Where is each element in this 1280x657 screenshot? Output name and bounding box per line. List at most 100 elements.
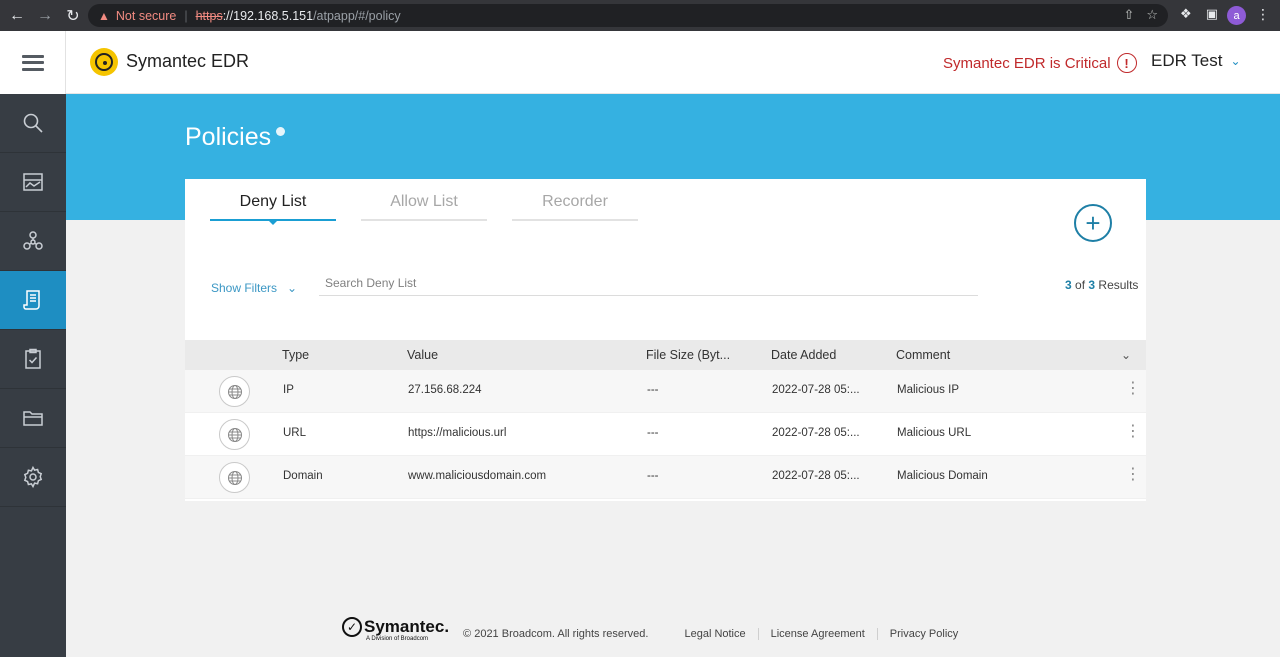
cell-file-size: --- [647,470,659,482]
hamburger-icon[interactable] [21,54,44,71]
sidebar-item-files[interactable] [0,389,66,448]
folder-icon [23,411,43,426]
gear-icon [23,465,43,489]
policy-tabs: Deny List Allow List Recorder [210,193,638,225]
cell-date-added: 2022-07-28 05:... [772,470,860,482]
show-filters-toggle[interactable]: Show Filters ⌄ [211,281,297,295]
url-protocol: https [195,8,223,23]
results-of: of [1075,278,1086,292]
privacy-policy-link[interactable]: Privacy Policy [876,627,970,640]
bookmark-star-icon[interactable]: ☆ [1146,7,1158,23]
sidebar [0,31,66,657]
cell-comment: Malicious Domain [897,470,988,482]
status-text: Symantec EDR is Critical [943,54,1111,72]
tab-allow-list[interactable]: Allow List [361,193,487,221]
browser-toolbar: ← → ↻ ▲ Not secure | https://192.168.5.1… [0,0,1280,31]
cell-value: 27.156.68.224 [408,384,482,396]
tab-recorder[interactable]: Recorder [512,193,638,221]
sidebar-item-search[interactable] [0,94,66,153]
cell-date-added: 2022-07-28 05:... [772,384,860,396]
column-header-file-size[interactable]: File Size (Byt... [646,348,730,362]
column-header-date-added[interactable]: Date Added [771,348,836,362]
sidebar-item-policies[interactable] [0,271,66,330]
share-icon[interactable]: ⇧ [1123,7,1134,23]
system-status[interactable]: Symantec EDR is Critical ! [943,53,1137,73]
sidebar-item-settings[interactable] [0,448,66,507]
row-menu-icon[interactable]: ⋮ [1125,424,1141,440]
results-label: Results [1098,278,1139,292]
address-bar[interactable]: ▲ Not secure | https://192.168.5.151/atp… [88,4,1168,27]
address-separator: | [184,8,188,23]
tab-deny-list[interactable]: Deny List [210,193,336,225]
brand-title: Symantec EDR [126,51,250,71]
page-title: Policies [185,123,272,151]
table-row[interactable]: IP 27.156.68.224 --- 2022-07-28 05:... M… [185,370,1146,413]
license-agreement-link[interactable]: License Agreement [757,627,877,640]
cell-type: URL [283,427,307,439]
cell-comment: Malicious IP [897,384,959,396]
results-count: 3 of 3 Results [1065,278,1138,292]
cell-value: www.maliciousdomain.com [408,470,547,482]
plus-icon: + [1085,208,1101,238]
alert-icon: ! [1116,53,1137,73]
globe-icon [219,462,250,493]
cell-file-size: --- [647,427,659,439]
cell-file-size: --- [647,384,659,396]
reload-icon[interactable]: ↻ [62,5,84,27]
column-header-value[interactable]: Value [407,348,438,362]
footer-logo-name: Symantec. [364,617,450,636]
checkmark-icon: ✓ [342,617,362,637]
network-icon [23,231,43,250]
not-secure-label: Not secure [115,8,177,23]
side-panel-icon[interactable]: ▣ [1206,6,1218,22]
page-footer: ✓ Symantec. A Division of Broadcom © 2021… [342,617,970,642]
results-total: 3 [1088,278,1096,292]
globe-icon [219,419,250,450]
cell-type: Domain [283,470,323,482]
menu-toggle[interactable] [0,31,66,94]
row-menu-icon[interactable]: ⋮ [1125,467,1141,483]
url-path: /atpapp/#/policy [313,8,401,23]
forward-icon[interactable]: → [34,5,56,27]
user-menu[interactable]: EDR Test ⌄ [1151,51,1241,71]
results-shown: 3 [1065,278,1072,292]
cell-comment: Malicious URL [897,427,972,439]
globe-icon [219,376,250,407]
column-header-comment[interactable]: Comment [896,348,950,362]
back-icon[interactable]: ← [6,5,28,27]
cell-type: IP [283,384,294,396]
warning-icon: ▲ [98,8,110,23]
search-input[interactable] [319,271,978,296]
column-options-chevron-icon[interactable]: ⌄ [1121,348,1131,362]
extensions-icon[interactable]: ❖ [1180,6,1192,22]
table-row[interactable]: URL https://malicious.url --- 2022-07-28… [185,413,1146,456]
policy-card: Deny List Allow List Recorder + Show Fil… [185,179,1146,501]
info-dot-icon[interactable] [276,127,285,136]
policy-icon [23,290,40,310]
table-row[interactable]: Domain www.maliciousdomain.com --- 2022-… [185,456,1146,499]
legal-notice-link[interactable]: Legal Notice [684,628,757,640]
row-menu-icon[interactable]: ⋮ [1125,381,1141,397]
dashboard-icon [23,173,43,191]
browser-menu-icon[interactable]: ⋮ [1256,6,1270,23]
show-filters-label: Show Filters [211,281,278,295]
search-icon [23,113,43,133]
symantec-logo-icon[interactable] [90,48,118,76]
cell-date-added: 2022-07-28 05:... [772,427,860,439]
copyright-text: © 2021 Broadcom. All rights reserved. [463,627,649,640]
column-header-type[interactable]: Type [282,348,309,362]
user-name: EDR Test [1151,51,1223,70]
profile-avatar[interactable]: a [1227,6,1246,25]
cell-value: https://malicious.url [408,427,507,439]
chevron-down-icon: ⌄ [1230,54,1241,68]
symantec-footer-logo: ✓ Symantec. A Division of Broadcom [342,617,449,642]
clipboard-icon [25,348,41,369]
chevron-down-icon: ⌄ [287,281,298,295]
sidebar-item-dashboard[interactable] [0,153,66,212]
sidebar-item-tasks[interactable] [0,330,66,389]
sidebar-item-entities[interactable] [0,212,66,271]
footer-logo-subtitle: A Division of Broadcom [366,636,429,642]
app-header: Symantec EDR Symantec EDR is Critical ! … [66,31,1280,94]
url-host: ://192.168.5.151 [222,8,314,23]
add-policy-button[interactable]: + [1074,204,1112,242]
